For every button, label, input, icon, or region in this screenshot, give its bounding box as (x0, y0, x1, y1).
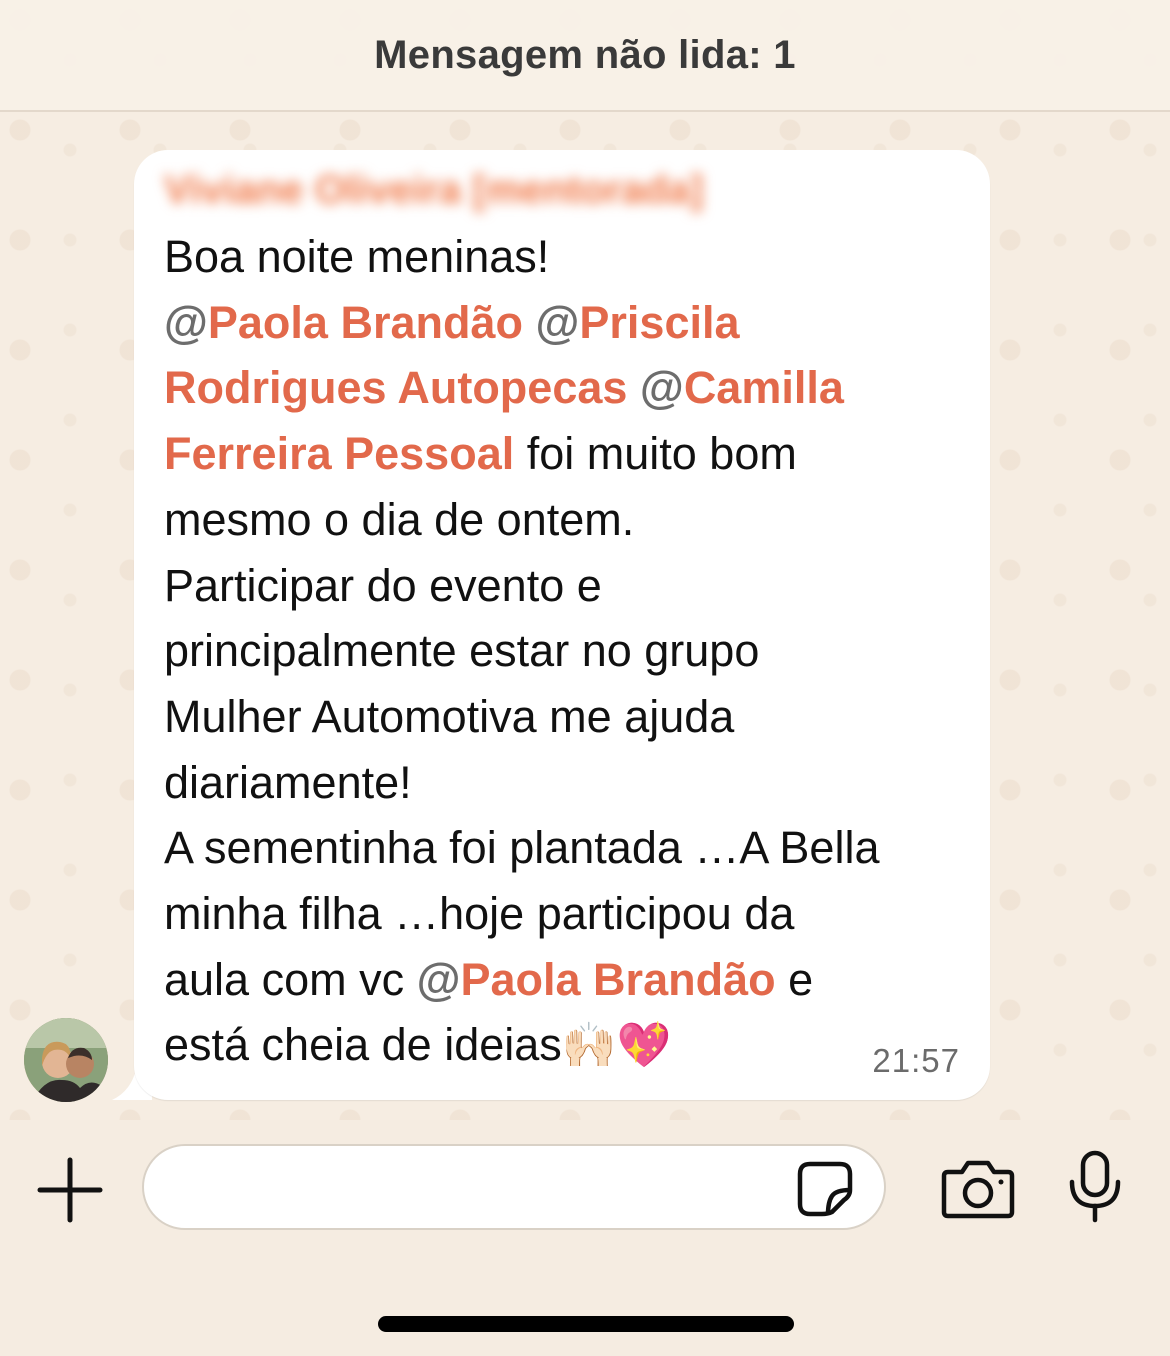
avatar-photo (24, 1018, 108, 1102)
mention-priscila-part2[interactable]: Rodrigues Autopecas (164, 362, 627, 413)
message-line: Ferreira Pessoal foi muito bom (164, 428, 797, 480)
mention-camilla-part2[interactable]: Ferreira Pessoal (164, 428, 514, 479)
message-line: diariamente! (164, 756, 412, 808)
unread-messages-banner: Mensagem não lida: 1 (0, 0, 1170, 112)
mention-paola-brandao-2[interactable]: Paola Brandão (461, 954, 776, 1005)
message-line: minha filha …hoje participou da (164, 888, 795, 940)
message-line: mesmo o dia de ontem. (164, 493, 635, 545)
raising-hands-emoji: 🙌🏻 (561, 1021, 617, 1071)
message-line: Rodrigues Autopecas @Camilla (164, 362, 844, 414)
mention-priscila-part1[interactable]: Priscila (579, 297, 739, 348)
mention-paola-brandao[interactable]: Paola Brandão (208, 297, 523, 348)
message-line: Participar do evento e (164, 559, 602, 611)
camera-icon[interactable] (940, 1158, 1016, 1220)
message-input[interactable] (174, 1146, 798, 1228)
message-line: @Paola Brandão @Priscila (164, 296, 740, 348)
message-line: aula com vc @Paola Brandão e (164, 953, 814, 1005)
plus-icon[interactable] (36, 1156, 104, 1224)
sender-name[interactable]: Viviane Oliveira [mentorada] (164, 168, 703, 213)
message-line: A sementinha foi plantada …A Bella (164, 822, 880, 874)
sparkling-heart-emoji: 💖 (616, 1021, 672, 1071)
message-text: Boa noite meninas! @Paola Brandão @Prisc… (164, 224, 974, 1079)
message-timestamp: 21:57 (872, 1042, 960, 1079)
message-line: Mulher Automotiva me ajuda (164, 690, 735, 742)
home-indicator[interactable] (378, 1316, 794, 1332)
message-line: está cheia de ideias🙌🏻💖 (164, 1019, 672, 1071)
message-input-field[interactable] (142, 1144, 886, 1230)
unread-banner-label: Mensagem não lida: 1 (374, 32, 796, 77)
mention-camilla-part1[interactable]: Camilla (684, 362, 844, 413)
sticker-icon[interactable] (796, 1160, 854, 1218)
microphone-icon[interactable] (1066, 1150, 1124, 1224)
message-bubble[interactable]: Viviane Oliveira [mentorada] Boa noite m… (134, 150, 990, 1100)
message-line: Boa noite meninas! (164, 231, 550, 282)
sender-avatar[interactable] (24, 1018, 108, 1102)
message-line: principalmente estar no grupo (164, 625, 760, 677)
